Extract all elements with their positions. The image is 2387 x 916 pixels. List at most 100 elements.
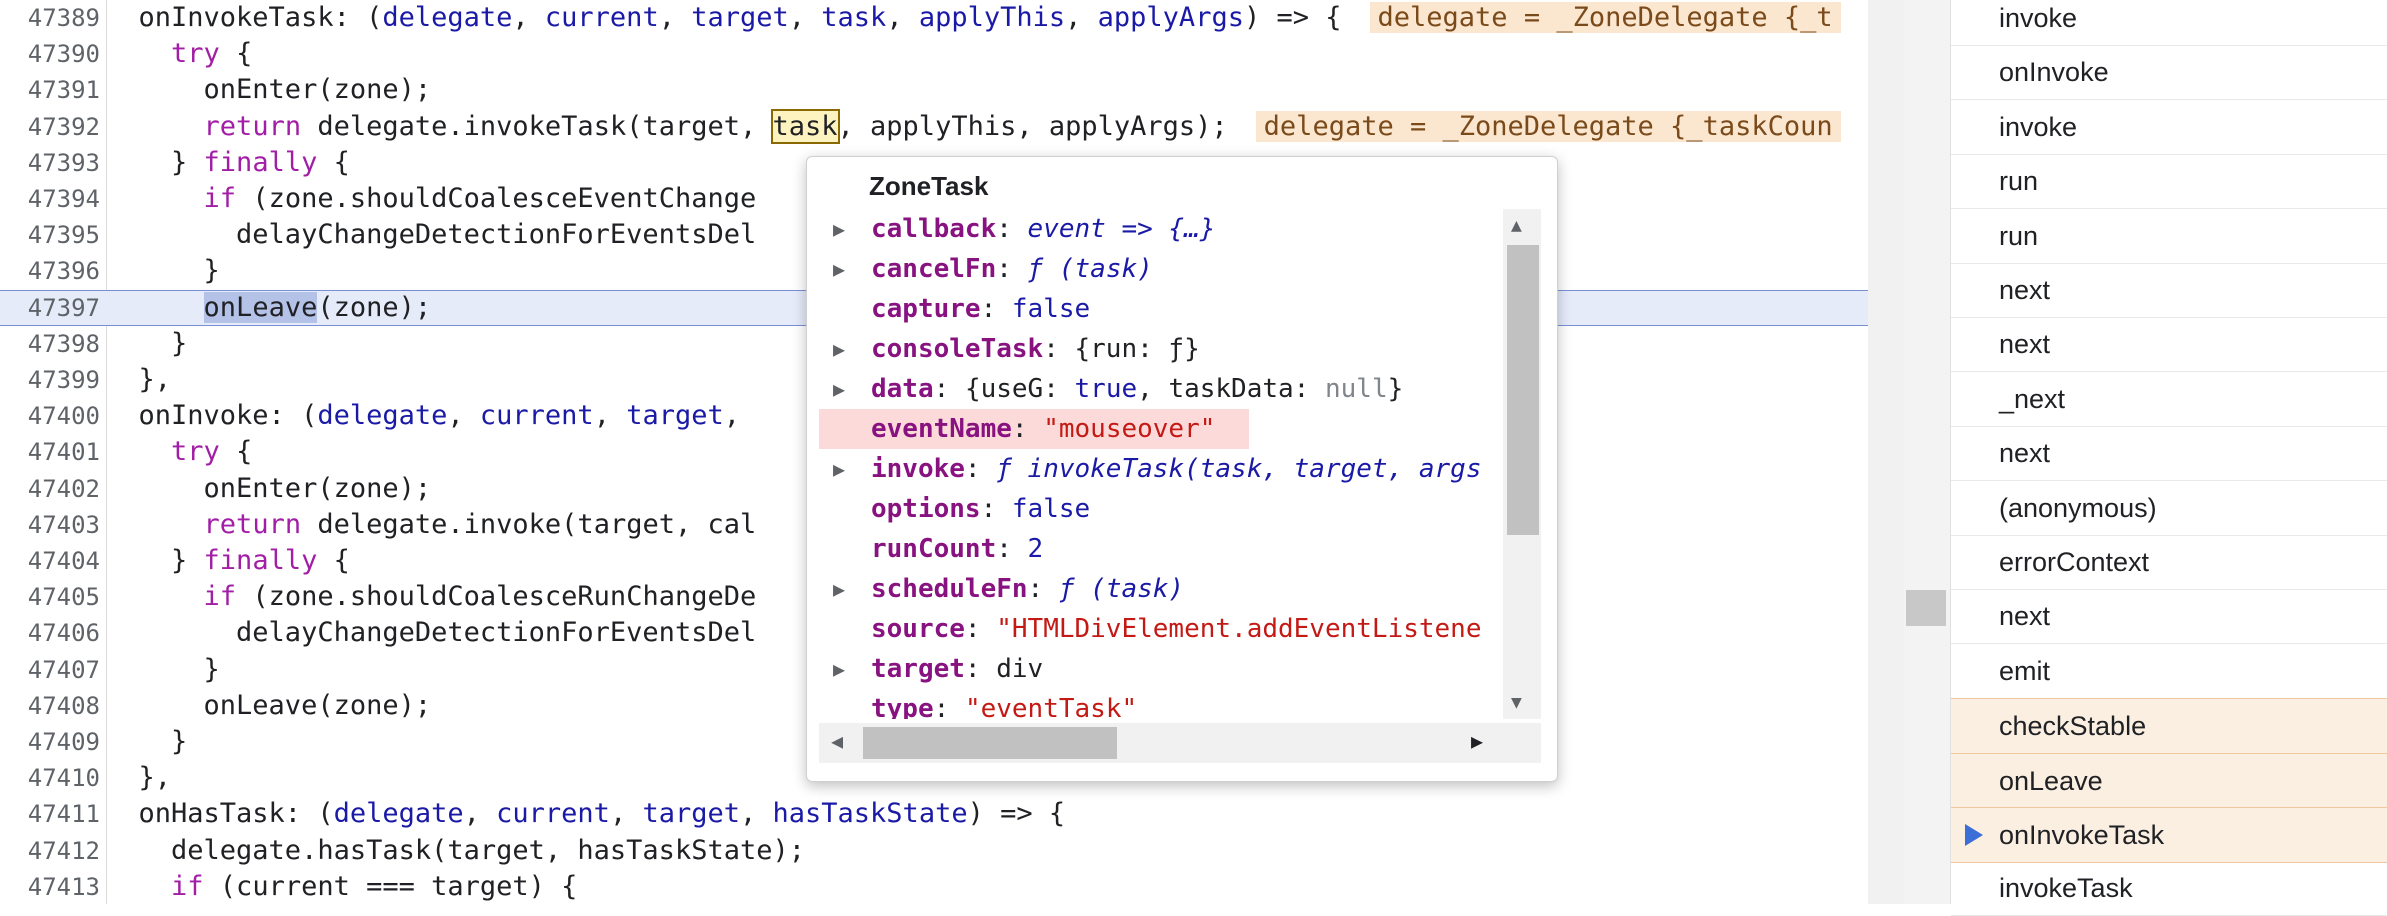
call-frame-anonymous[interactable]: (anonymous) <box>1951 481 2387 536</box>
property-row[interactable]: ▶ data: {useG: true, taskData: null} <box>819 369 1509 409</box>
line-number[interactable]: 47404 <box>0 543 100 579</box>
call-frame-oninvoketask[interactable]: onInvokeTask <box>1951 807 2387 863</box>
scroll-left-icon[interactable]: ◀ <box>831 729 843 753</box>
line-number[interactable]: 47413 <box>0 869 100 904</box>
call-frame-next[interactable]: next <box>1951 589 2387 645</box>
call-frame-invoke[interactable]: invoke <box>1951 100 2387 155</box>
call-frame-next[interactable]: next <box>1951 263 2387 318</box>
call-frame-name: next <box>1999 329 2051 360</box>
line-number[interactable]: 47390 <box>0 36 100 72</box>
call-frame-errorcontext[interactable]: errorContext <box>1951 535 2387 590</box>
line-number[interactable]: 47389 <box>0 0 100 36</box>
property-separator: : <box>964 654 997 684</box>
line-number[interactable]: 47411 <box>0 796 100 832</box>
code-token: , <box>447 400 480 432</box>
code-text: if (zone.shouldCoalesceRunChangeDe <box>106 579 757 615</box>
property-value: false <box>1011 494 1091 524</box>
call-frame-name: run <box>1999 220 2039 251</box>
line-number[interactable]: 47398 <box>0 326 100 362</box>
property-row[interactable]: ▶ cancelFn: ƒ (task) <box>819 249 1509 289</box>
popup-title: ZoneTask <box>869 171 989 201</box>
call-frame-next[interactable]: next <box>1951 317 2387 373</box>
code-line[interactable]: 47413 if (current === target) { <box>0 869 1904 904</box>
hovered-token[interactable]: task <box>770 108 840 144</box>
line-number[interactable]: 47408 <box>0 688 100 724</box>
popup-vertical-scrollbar[interactable]: ▲ ▼ <box>1503 209 1541 719</box>
line-number[interactable]: 47409 <box>0 724 100 760</box>
scroll-up-icon[interactable]: ▲ <box>1511 215 1522 236</box>
line-number[interactable]: 47392 <box>0 109 100 145</box>
property-separator: : <box>1027 574 1059 604</box>
line-number[interactable]: 47407 <box>0 652 100 688</box>
property-value: {run: ƒ} <box>1074 334 1200 364</box>
code-token: delegate <box>333 798 464 830</box>
call-frame-onleave[interactable]: onLeave <box>1951 752 2387 809</box>
code-token: , <box>886 2 919 33</box>
property-row[interactable]: ▶ invoke: ƒ invokeTask(task, target, args <box>819 449 1509 489</box>
property-value: , taskData: <box>1137 374 1325 404</box>
line-number[interactable]: 47396 <box>0 253 100 289</box>
line-number[interactable]: 47393 <box>0 145 100 181</box>
call-frame-invoketask[interactable]: invokeTask <box>1951 861 2387 916</box>
property-row[interactable]: ▶ consoleTask: {run: ƒ} <box>819 329 1509 369</box>
line-number[interactable]: 47394 <box>0 181 100 217</box>
line-number[interactable]: 47395 <box>0 217 100 253</box>
line-number[interactable]: 47402 <box>0 471 100 507</box>
code-line[interactable]: 47391 onEnter(zone); <box>0 72 1904 108</box>
code-token: delegate.invokeTask(target, <box>301 110 773 142</box>
line-number[interactable]: 47397 <box>0 291 100 325</box>
line-number[interactable]: 47391 <box>0 72 100 108</box>
property-row[interactable]: ▶ target: div <box>819 649 1509 689</box>
property-row[interactable]: ▶ scheduleFn: ƒ (task) <box>819 569 1509 609</box>
property-key: eventName <box>871 414 1012 444</box>
property-value: 2 <box>1027 534 1044 564</box>
property-row: source: "HTMLDivElement.addEventListene <box>819 609 1509 649</box>
code-token: onEnter(zone); <box>106 472 432 504</box>
code-text: return delegate.invoke(target, cal <box>106 507 757 543</box>
line-number[interactable]: 47405 <box>0 579 100 615</box>
inline-value-hint: delegate = _ZoneDelegate {_taskCoun <box>1255 110 1841 142</box>
call-frame-run[interactable]: run <box>1951 209 2387 264</box>
scrollbar-thumb[interactable] <box>863 727 1117 759</box>
expand-triangle-icon[interactable]: ▶ <box>833 369 845 409</box>
line-number[interactable]: 47401 <box>0 434 100 470</box>
code-line[interactable]: 47390 try { <box>0 36 1904 72</box>
expand-triangle-icon[interactable]: ▶ <box>833 329 845 369</box>
line-number[interactable]: 47399 <box>0 362 100 398</box>
code-token: applyThis <box>918 2 1066 33</box>
call-frame-run[interactable]: run <box>1951 154 2387 210</box>
call-frame-name: onInvoke <box>1999 57 2109 88</box>
scroll-right-icon[interactable]: ▶ <box>1471 729 1483 753</box>
call-frame-checkstable[interactable]: checkStable <box>1951 698 2387 755</box>
expand-triangle-icon[interactable]: ▶ <box>833 449 845 489</box>
property-row[interactable]: ▶ callback: event => {…} <box>819 209 1509 249</box>
scrollbar-thumb[interactable] <box>1507 245 1539 535</box>
line-number[interactable]: 47403 <box>0 507 100 543</box>
scrollbar-thumb[interactable] <box>1906 590 1946 626</box>
call-frame-oninvoke[interactable]: onInvoke <box>1951 45 2387 101</box>
line-number[interactable]: 47412 <box>0 833 100 869</box>
call-frame-emit[interactable]: emit <box>1951 644 2387 699</box>
popup-horizontal-scrollbar[interactable]: ◀ ▶ <box>819 723 1541 763</box>
code-line[interactable]: 47389 onInvokeTask: (delegate, current, … <box>0 0 1904 36</box>
expand-triangle-icon[interactable]: ▶ <box>833 569 845 609</box>
expand-triangle-icon[interactable]: ▶ <box>833 649 845 689</box>
call-frame-invoke[interactable]: invoke <box>1951 0 2387 46</box>
code-line[interactable]: 47392 return delegate.invokeTask(target,… <box>0 108 1904 145</box>
call-frame-next[interactable]: _next <box>1951 372 2387 427</box>
panel-splitter-scrollbar[interactable] <box>1904 0 1950 904</box>
editor-scrollbar[interactable] <box>1868 0 1904 904</box>
code-token: finally <box>203 146 318 178</box>
expand-triangle-icon[interactable]: ▶ <box>833 249 845 289</box>
scroll-down-icon[interactable]: ▼ <box>1511 692 1522 713</box>
call-frame-next[interactable]: next <box>1951 426 2387 482</box>
code-text: onHasTask: (delegate, current, target, h… <box>106 796 1066 832</box>
line-number[interactable]: 47410 <box>0 760 100 796</box>
code-text: try { <box>106 36 252 72</box>
code-line[interactable]: 47412 delegate.hasTask(target, hasTaskSt… <box>0 833 1904 869</box>
line-number[interactable]: 47406 <box>0 615 100 651</box>
line-number[interactable]: 47400 <box>0 398 100 434</box>
code-line[interactable]: 47411 onHasTask: (delegate, current, tar… <box>0 796 1904 832</box>
expand-triangle-icon[interactable]: ▶ <box>833 209 845 249</box>
